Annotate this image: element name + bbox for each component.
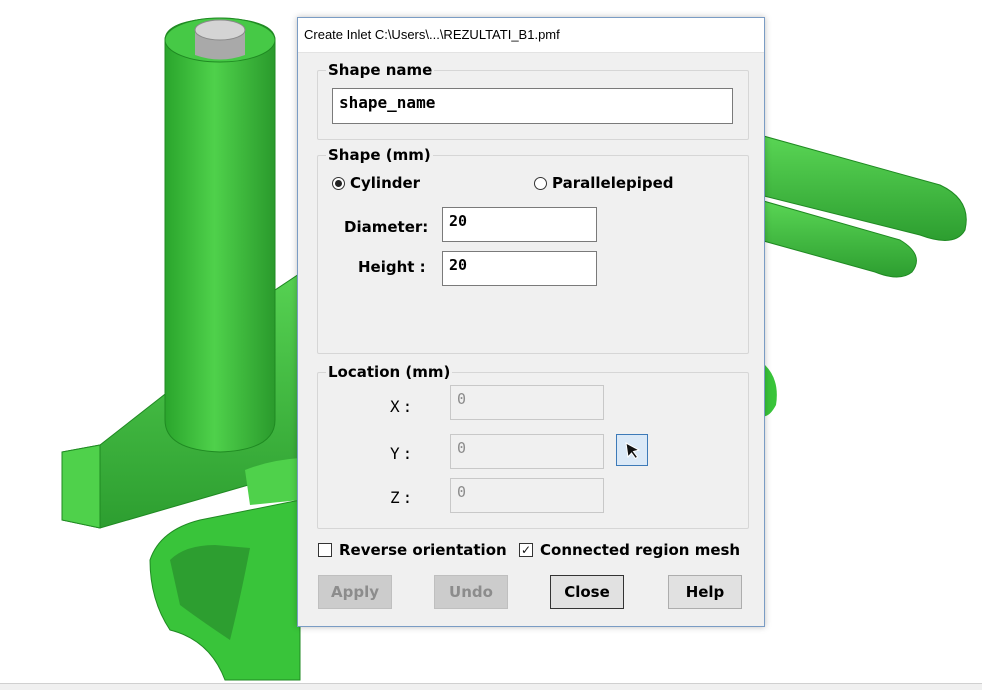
apply-button[interactable]: Apply (318, 575, 392, 609)
shape-name-legend: Shape name (326, 61, 435, 79)
y-label: Y: (390, 444, 416, 463)
connected-region-checkbox[interactable]: ✓ (519, 543, 533, 557)
dialog-titlebar[interactable]: Create Inlet C:\Users\...\REZULTATI_B1.p… (298, 18, 764, 53)
pick-location-button[interactable] (616, 434, 648, 466)
height-label: Height : (358, 258, 426, 276)
location-legend: Location (mm) (326, 363, 453, 381)
height-input[interactable]: 20 (442, 251, 597, 286)
help-button[interactable]: Help (668, 575, 742, 609)
undo-button[interactable]: Undo (434, 575, 508, 609)
y-input[interactable]: 0 (450, 434, 604, 469)
reverse-orientation-label[interactable]: Reverse orientation (339, 541, 507, 559)
z-label: Z: (390, 488, 416, 507)
shape-name-input[interactable]: shape_name (332, 88, 733, 124)
create-inlet-dialog: Create Inlet C:\Users\...\REZULTATI_B1.p… (297, 17, 765, 627)
connected-region-label[interactable]: Connected region mesh (540, 541, 740, 559)
cylinder-radio[interactable] (332, 177, 345, 190)
dialog-title: Create Inlet C:\Users\...\REZULTATI_B1.p… (304, 27, 560, 42)
z-input[interactable]: 0 (450, 478, 604, 513)
shape-legend: Shape (mm) (326, 146, 433, 164)
parallelepiped-radio[interactable] (534, 177, 547, 190)
close-button[interactable]: Close (550, 575, 624, 609)
x-label: X: (390, 397, 416, 416)
reverse-orientation-checkbox[interactable] (318, 543, 332, 557)
arrow-cursor-icon (625, 442, 641, 460)
x-input[interactable]: 0 (450, 385, 604, 420)
diameter-input[interactable]: 20 (442, 207, 597, 242)
diameter-label: Diameter: (344, 218, 429, 236)
cylinder-label[interactable]: Cylinder (350, 174, 420, 192)
parallelepiped-label[interactable]: Parallelepiped (552, 174, 674, 192)
